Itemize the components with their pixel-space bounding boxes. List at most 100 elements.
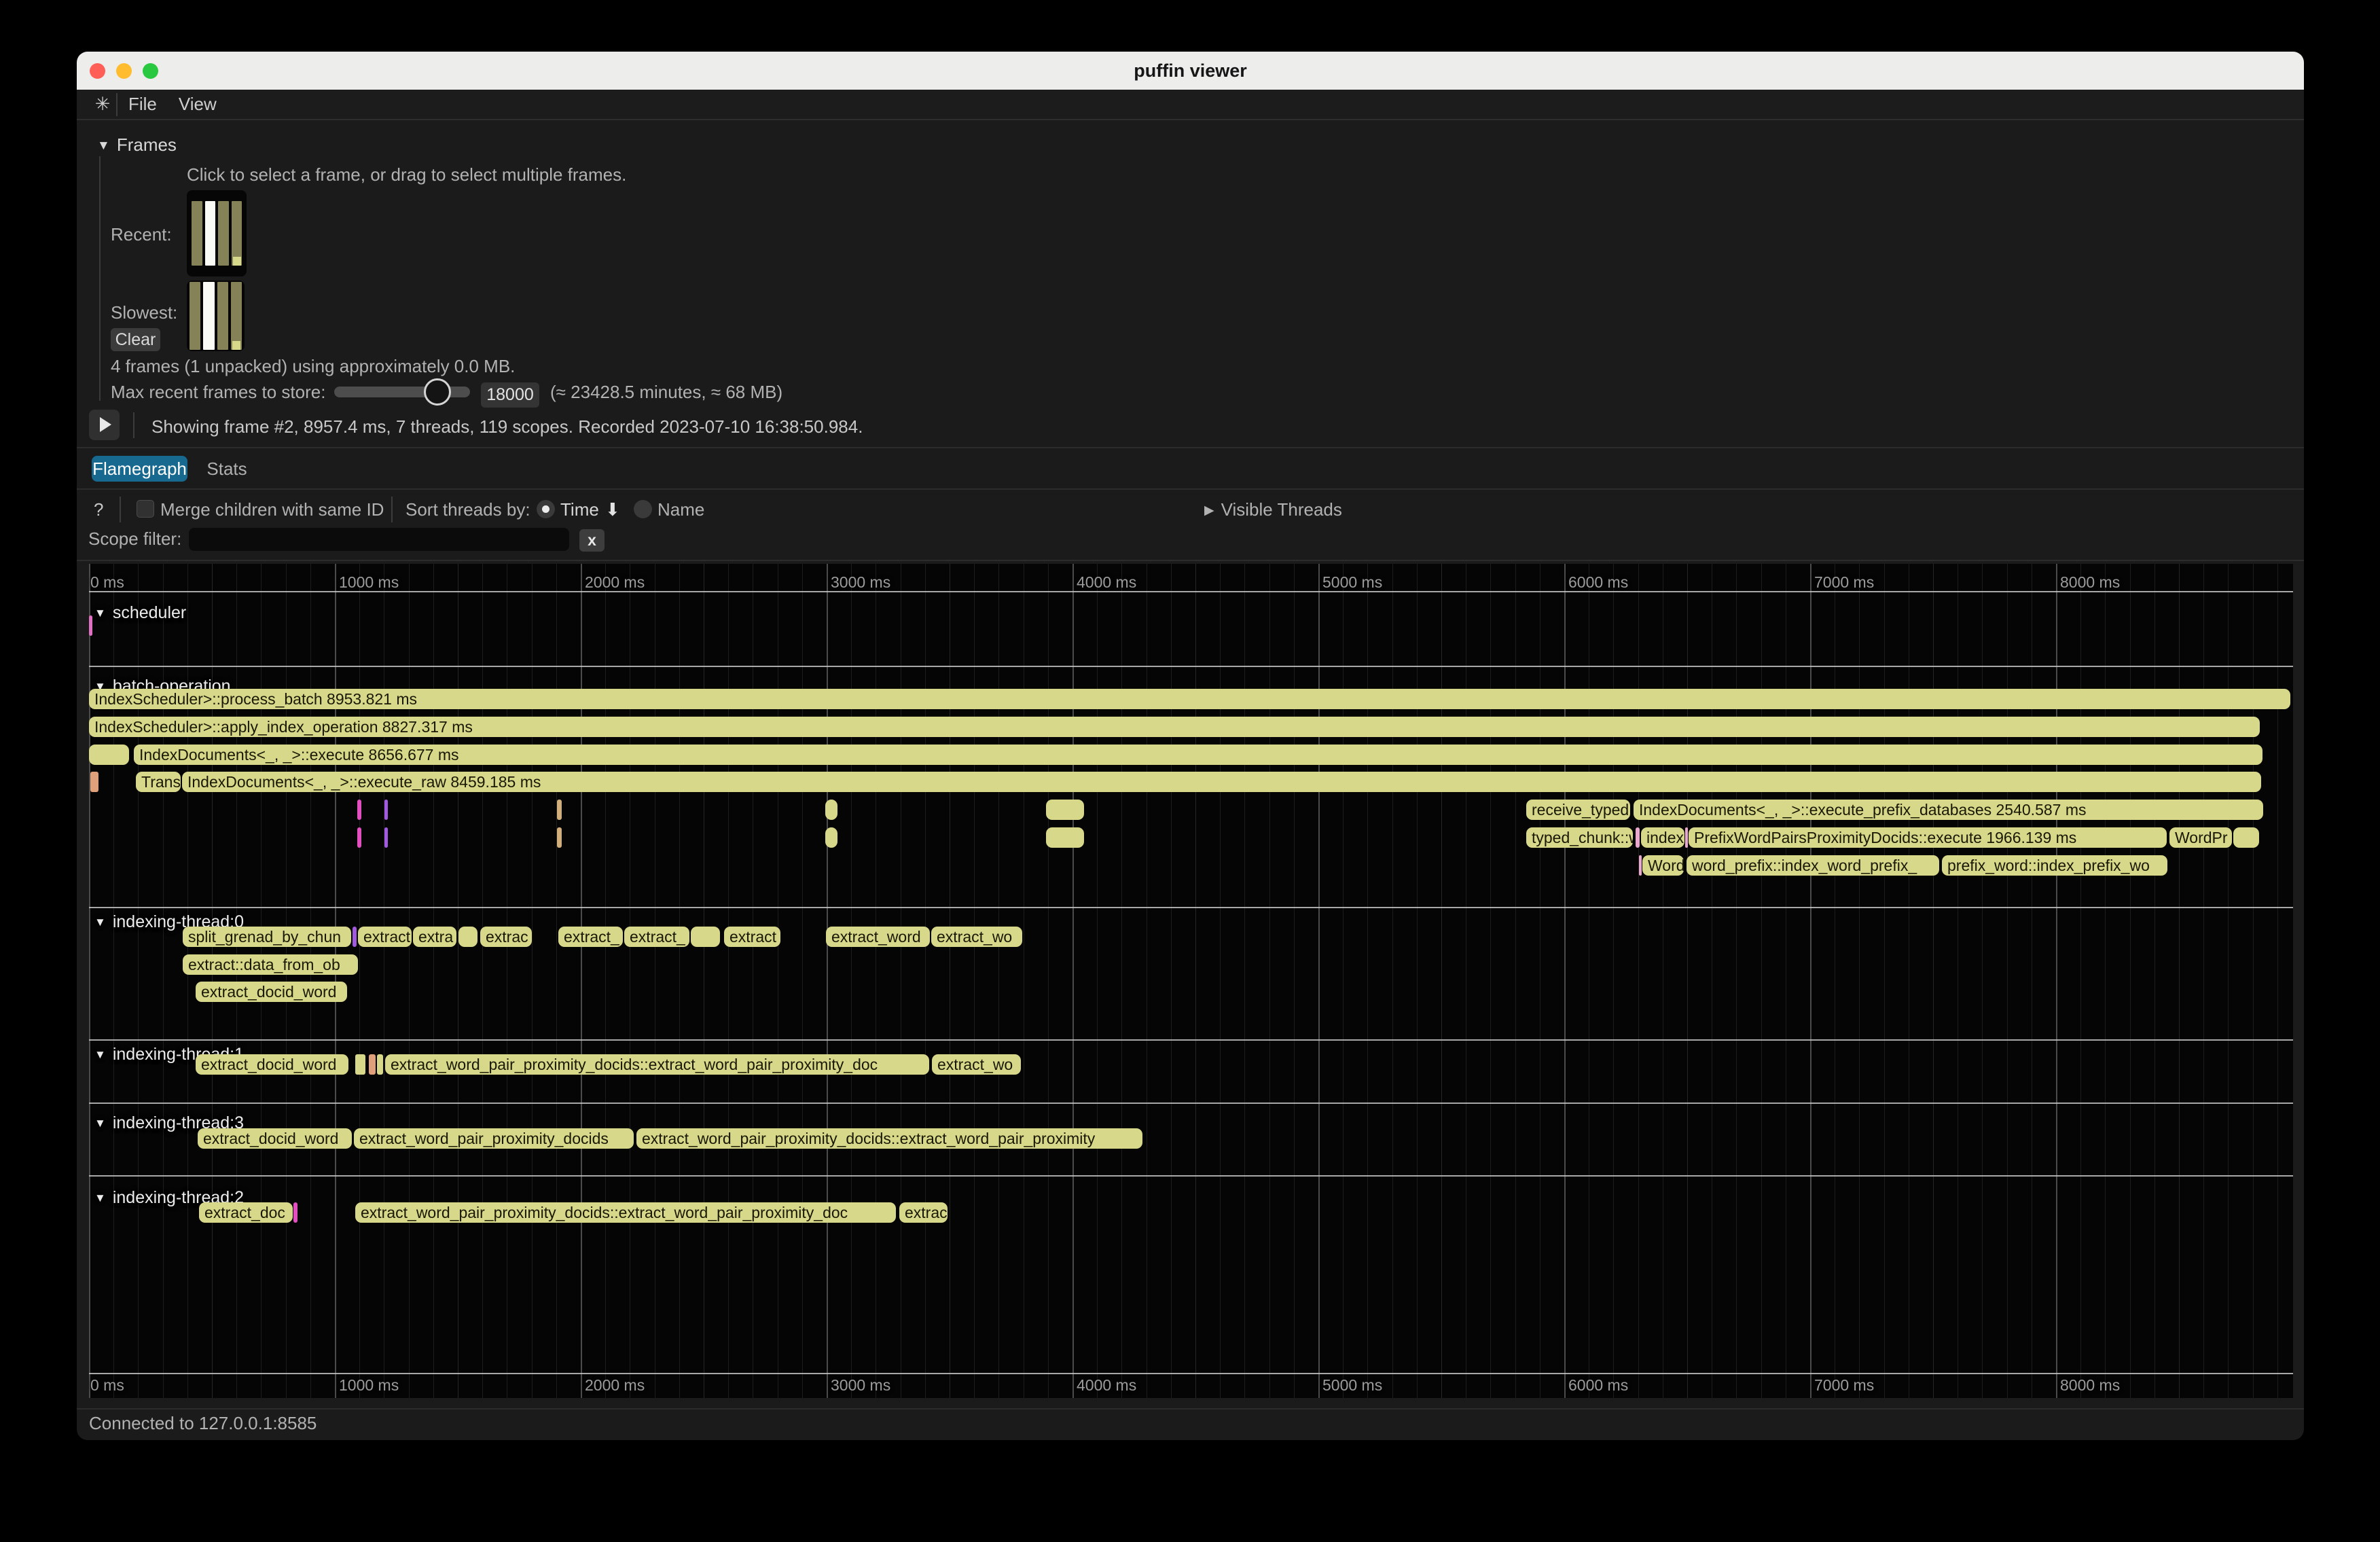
scope-bar[interactable]: IndexDocuments<_, _>::execute_raw 8459.1… xyxy=(182,772,2261,792)
scope-bar[interactable]: Word xyxy=(1642,855,1684,876)
frame-bar[interactable] xyxy=(218,201,229,266)
scope-bar[interactable] xyxy=(89,745,129,765)
scope-bar[interactable]: extract_wo xyxy=(931,927,1022,947)
scope-bar[interactable]: extract xyxy=(358,927,412,947)
scope-bar[interactable]: IndexScheduler>::process_batch 8953.821 … xyxy=(89,689,2290,709)
scope-bar[interactable]: extract_word_pair_proximity_docids::extr… xyxy=(385,1054,929,1075)
flamegraph-canvas[interactable]: 0 ms0 ms1000 ms1000 ms2000 ms2000 ms3000… xyxy=(89,564,2293,1398)
sort-by-name-radio[interactable] xyxy=(634,500,652,518)
scope-bar[interactable] xyxy=(357,800,361,820)
scope-bar[interactable]: PrefixWordPairsProximityDocids::execute … xyxy=(1689,827,2167,848)
clear-frames-button[interactable]: Clear xyxy=(111,328,160,351)
scope-bar[interactable] xyxy=(369,1054,376,1075)
divider xyxy=(77,1408,2304,1410)
scope-bar[interactable]: extract_docid_word xyxy=(196,1054,348,1075)
visible-threads-toggle[interactable]: ▶Visible Threads xyxy=(1204,499,1342,520)
max-frames-value[interactable]: 18000 xyxy=(481,382,539,408)
sort-by-time-radio[interactable] xyxy=(537,500,555,518)
scope-bar[interactable]: extract::data_from_ob xyxy=(183,954,358,975)
scope-bar[interactable]: index xyxy=(1641,827,1684,848)
lane-separator xyxy=(89,907,2293,908)
merge-children-checkbox[interactable] xyxy=(137,500,154,518)
scope-bar[interactable] xyxy=(377,1054,383,1075)
scope-bar[interactable]: Trans xyxy=(136,772,181,792)
help-button[interactable]: ? xyxy=(94,499,103,520)
frame-bar[interactable] xyxy=(203,282,214,350)
menu-file[interactable]: File xyxy=(118,94,168,115)
scope-bar[interactable] xyxy=(1046,800,1084,820)
scope-bar[interactable]: split_grenad_by_chun xyxy=(183,927,351,947)
scope-bar[interactable] xyxy=(825,800,837,820)
theme-toggle-icon[interactable]: ✳ xyxy=(89,94,116,115)
frame-bar[interactable] xyxy=(190,282,200,350)
scope-bar[interactable]: WordPr xyxy=(2169,827,2232,848)
frame-bar[interactable] xyxy=(231,282,242,350)
max-frames-slider-knob[interactable] xyxy=(424,378,451,406)
scope-bar[interactable]: extract_ xyxy=(624,927,689,947)
time-tick-top: 5000 ms xyxy=(1322,573,1382,592)
scope-bar[interactable]: extract_word_pair_proximity_docids::extr… xyxy=(636,1128,1142,1149)
scope-bar[interactable]: extract_docid_word xyxy=(198,1128,352,1149)
scope-bar[interactable]: prefix_word::index_prefix_wo xyxy=(1942,855,2167,876)
scope-bar[interactable] xyxy=(90,772,98,792)
scope-bar[interactable]: extract_word_pair_proximity_docids::extr… xyxy=(355,1202,896,1223)
recent-frames-label: Recent: xyxy=(111,224,172,245)
slowest-frames-label: Slowest: xyxy=(111,302,177,323)
thread-header-scheduler[interactable]: ▼scheduler xyxy=(94,603,186,623)
tab-flamegraph[interactable]: Flamegraph xyxy=(92,456,187,482)
scope-bar[interactable]: extract_doc xyxy=(199,1202,293,1223)
tab-stats[interactable]: Stats xyxy=(196,456,257,482)
frame-bar[interactable] xyxy=(217,282,228,350)
scope-bar[interactable] xyxy=(1639,855,1642,876)
frames-section-header[interactable]: ▼Frames xyxy=(97,135,177,156)
scope-bar[interactable] xyxy=(557,800,562,820)
scope-bar[interactable]: extract_wo xyxy=(932,1054,1021,1075)
scope-bar[interactable]: extract_docid_word xyxy=(196,982,347,1002)
sort-time-label[interactable]: Time xyxy=(560,499,599,520)
frame-bar[interactable] xyxy=(192,201,202,266)
scope-bar[interactable] xyxy=(825,827,837,848)
scope-bar[interactable] xyxy=(89,615,92,636)
scope-bar[interactable]: IndexDocuments<_, _>::execute 8656.677 m… xyxy=(134,745,2262,765)
scope-bar[interactable] xyxy=(458,927,477,947)
scope-bar[interactable] xyxy=(353,927,357,947)
scope-bar[interactable]: extrac xyxy=(899,1202,948,1223)
scope-bar[interactable] xyxy=(357,827,361,848)
scope-bar[interactable] xyxy=(691,927,720,947)
scope-bar[interactable] xyxy=(557,827,562,848)
scope-bar[interactable] xyxy=(1636,827,1640,848)
scope-bar[interactable] xyxy=(2233,827,2259,848)
recent-frame-thumbnail[interactable] xyxy=(187,190,247,276)
scope-bar[interactable]: IndexScheduler>::apply_index_operation 8… xyxy=(89,717,2260,737)
scope-bar[interactable] xyxy=(1046,827,1084,848)
scope-bar[interactable] xyxy=(1685,827,1688,848)
divider xyxy=(77,488,2304,490)
scope-bar[interactable]: typed_chunk::w xyxy=(1526,827,1633,848)
scope-bar[interactable] xyxy=(384,800,388,820)
separator xyxy=(120,497,121,522)
frame-bar[interactable] xyxy=(232,201,242,266)
collapse-closed-icon: ▶ xyxy=(1204,503,1214,518)
menu-view[interactable]: View xyxy=(168,94,228,115)
scope-bar[interactable]: extract_ xyxy=(558,927,623,947)
scope-bar[interactable]: word_prefix::index_word_prefix_ xyxy=(1687,855,1939,876)
pause-resume-button[interactable] xyxy=(89,410,120,440)
max-frames-label: Max recent frames to store: xyxy=(111,382,325,403)
scope-bar[interactable]: extra xyxy=(413,927,456,947)
scope-bar[interactable]: receive_typed_ xyxy=(1526,800,1630,820)
scope-bar[interactable]: extrac xyxy=(480,927,532,947)
sort-name-label[interactable]: Name xyxy=(657,499,704,520)
scope-bar[interactable] xyxy=(355,1054,365,1075)
clear-filter-button[interactable]: x xyxy=(579,529,605,552)
scope-bar[interactable] xyxy=(384,827,388,848)
slowest-frame-thumbnail[interactable] xyxy=(187,281,245,351)
scope-bar[interactable]: extract_word_pair_proximity_docids xyxy=(354,1128,634,1149)
scope-bar[interactable]: extract xyxy=(724,927,780,947)
time-tick-top: 1000 ms xyxy=(339,573,399,592)
separator xyxy=(133,412,134,438)
scope-filter-input[interactable] xyxy=(189,528,569,551)
scope-bar[interactable] xyxy=(293,1202,298,1223)
frame-bar-selected[interactable] xyxy=(205,201,216,266)
scope-bar[interactable]: extract_word xyxy=(826,927,930,947)
scope-bar[interactable]: IndexDocuments<_, _>::execute_prefix_dat… xyxy=(1634,800,2263,820)
